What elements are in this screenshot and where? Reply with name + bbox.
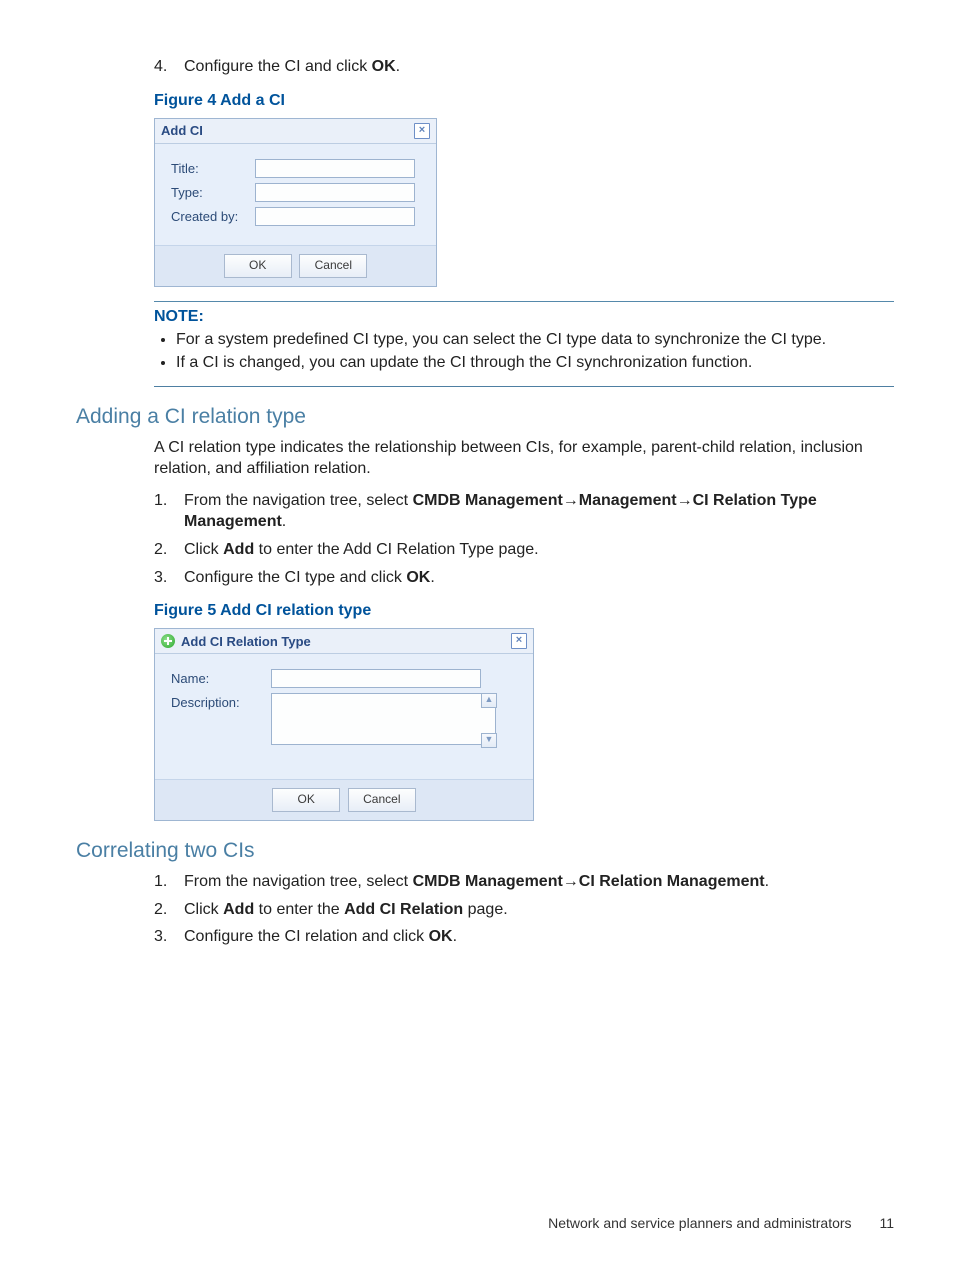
cancel-button[interactable]: Cancel <box>299 254 367 278</box>
type-input[interactable] <box>255 183 415 202</box>
section-intro: A CI relation type indicates the relatio… <box>154 437 894 480</box>
dialog-header: Add CI Relation Type × <box>155 629 533 654</box>
figure-4-caption: Figure 4 Add a CI <box>154 92 894 110</box>
section-heading-relation-type: Adding a CI relation type <box>76 405 894 429</box>
field-label-title: Title: <box>171 161 255 176</box>
dialog-button-bar: OK Cancel <box>155 245 436 286</box>
add-icon <box>161 634 175 648</box>
corr-step-2: 2. Click Add to enter the Add CI Relatio… <box>154 899 894 921</box>
divider <box>154 301 894 302</box>
dialog-title: Add CI Relation Type <box>181 634 311 649</box>
description-input[interactable] <box>271 693 496 745</box>
rel-step-1: 1. From the navigation tree, select CMDB… <box>154 490 894 533</box>
spin-up-icon[interactable]: ▲ <box>481 693 497 708</box>
add-ci-dialog: Add CI × Title: Type: Created by: <box>154 118 437 287</box>
dialog-header: Add CI × <box>155 119 436 144</box>
ok-button[interactable]: OK <box>224 254 292 278</box>
step-4: 4. Configure the CI and click OK. <box>154 56 894 78</box>
spin-down-icon[interactable]: ▼ <box>481 733 497 748</box>
ok-button[interactable]: OK <box>272 788 340 812</box>
field-label-created-by: Created by: <box>171 209 255 224</box>
rel-step-2: 2. Click Add to enter the Add CI Relatio… <box>154 539 894 561</box>
add-ci-relation-type-dialog: Add CI Relation Type × Name: Description… <box>154 628 534 821</box>
description-wrap: ▲ ▼ <box>271 693 496 748</box>
step-index: 4. <box>154 56 184 78</box>
page-footer: Network and service planners and adminis… <box>548 1215 894 1231</box>
name-input[interactable] <box>271 669 481 688</box>
close-icon[interactable]: × <box>414 123 430 139</box>
divider <box>154 386 894 387</box>
created-by-input[interactable] <box>255 207 415 226</box>
step-text: Configure the CI and click OK. <box>184 56 894 78</box>
section-heading-correlating: Correlating two CIs <box>76 839 894 863</box>
field-label-name: Name: <box>171 671 271 686</box>
cancel-button[interactable]: Cancel <box>348 788 416 812</box>
field-label-description: Description: <box>171 693 271 710</box>
note-bullets: For a system predefined CI type, you can… <box>154 331 894 372</box>
corr-step-3: 3. Configure the CI relation and click O… <box>154 926 894 948</box>
corr-step-1: 1. From the navigation tree, select CMDB… <box>154 871 894 893</box>
note-bullet-2: If a CI is changed, you can update the C… <box>176 354 894 372</box>
dialog-button-bar: OK Cancel <box>155 779 533 820</box>
page-number: 11 <box>879 1215 894 1231</box>
footer-text: Network and service planners and adminis… <box>548 1215 851 1231</box>
note-heading: NOTE: <box>154 308 894 326</box>
note-bullet-1: For a system predefined CI type, you can… <box>176 331 894 349</box>
close-icon[interactable]: × <box>511 633 527 649</box>
rel-step-3: 3. Configure the CI type and click OK. <box>154 567 894 589</box>
dialog-title: Add CI <box>161 123 203 138</box>
figure-5-caption: Figure 5 Add CI relation type <box>154 602 894 620</box>
title-input[interactable] <box>255 159 415 178</box>
field-label-type: Type: <box>171 185 255 200</box>
